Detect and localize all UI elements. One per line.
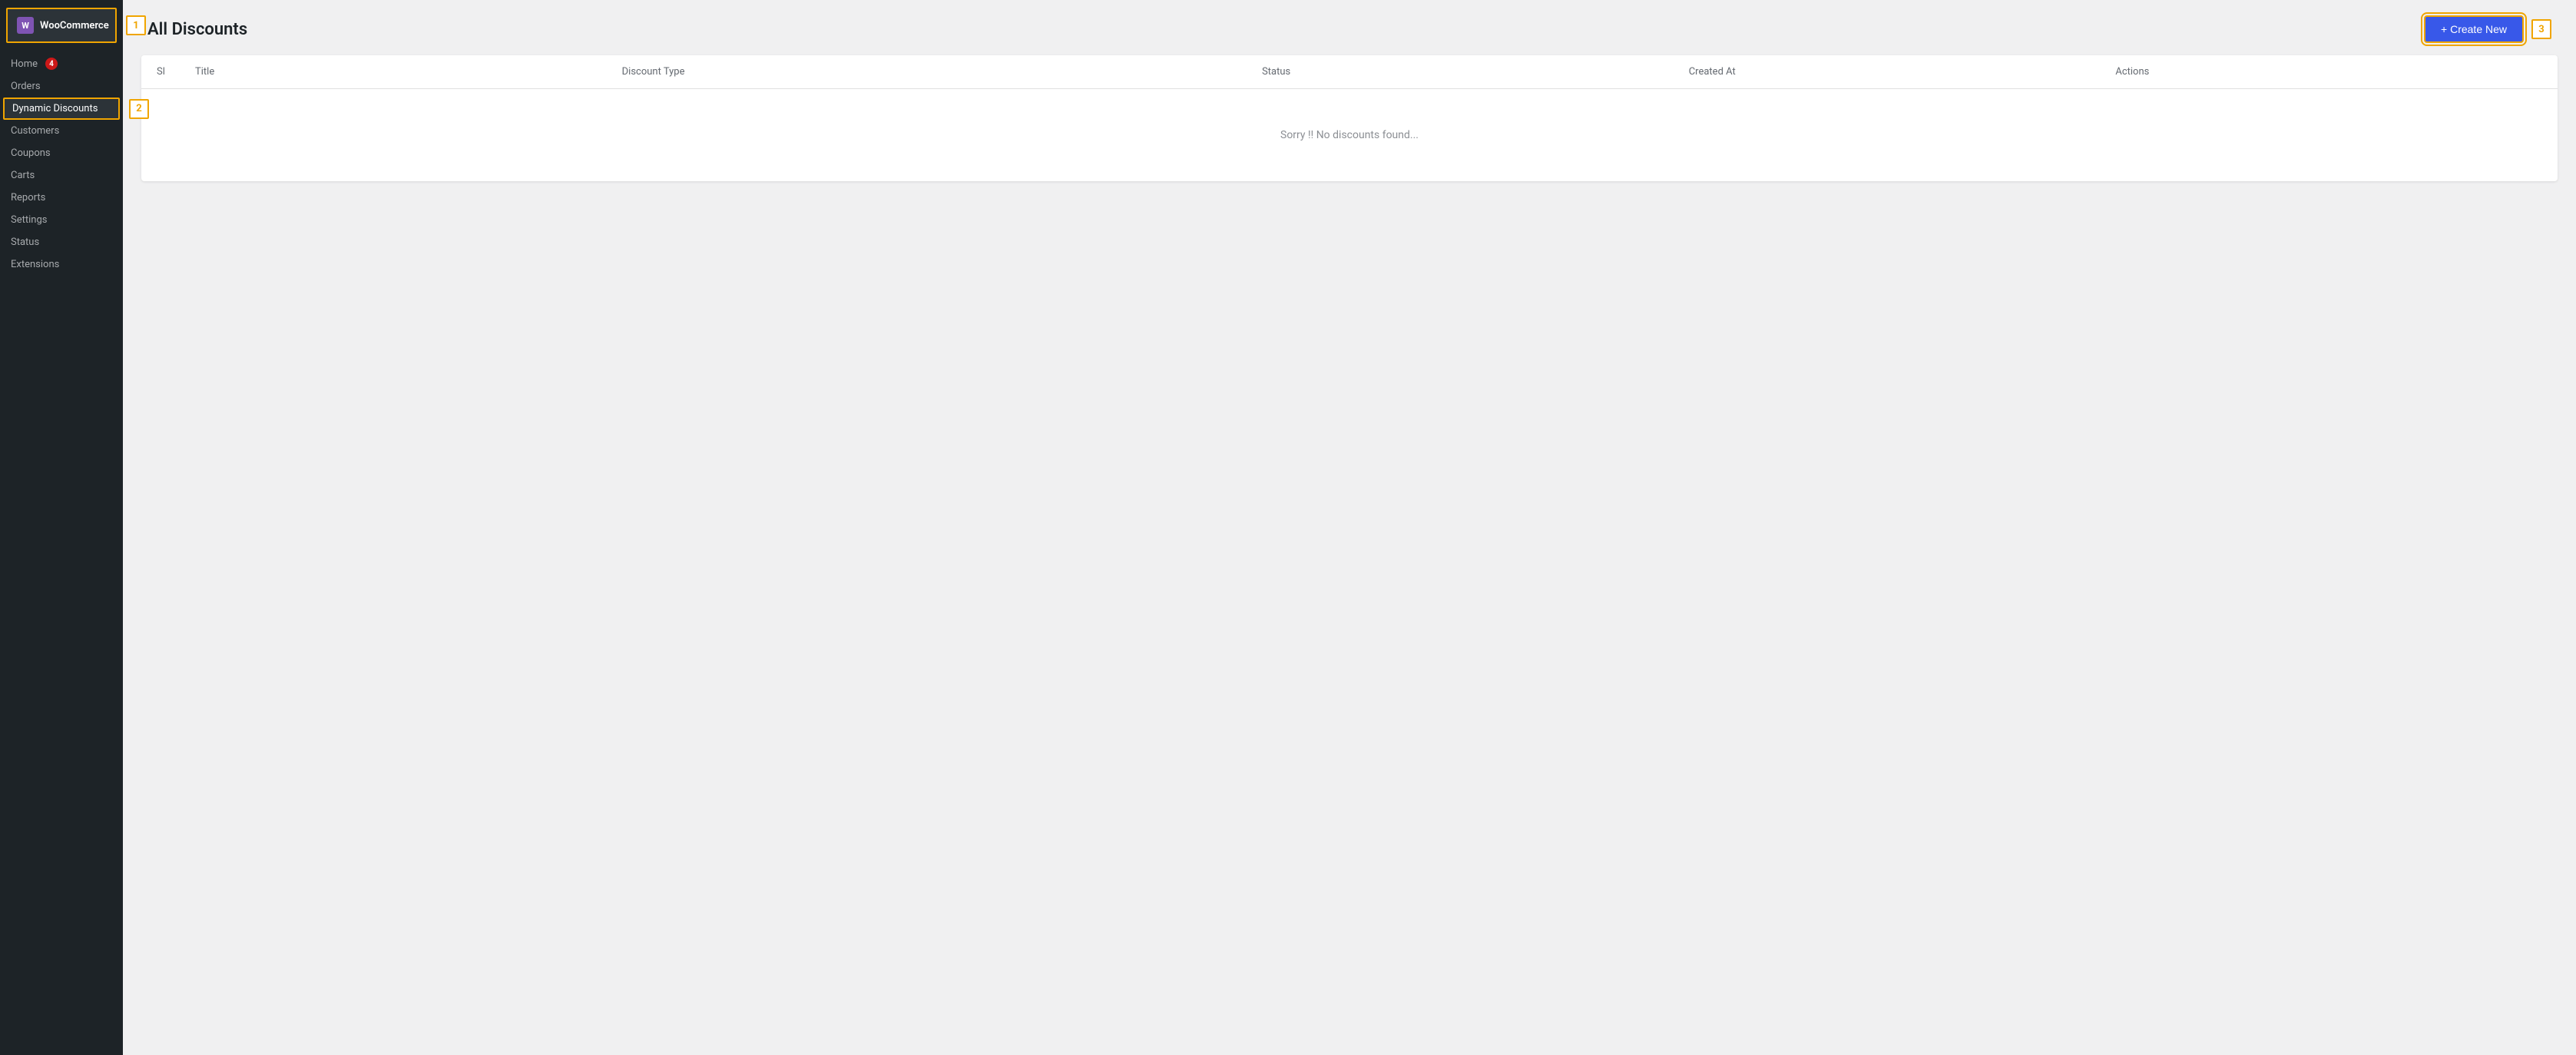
sidebar-item-dynamic-discounts[interactable]: Dynamic Discounts [3, 98, 120, 120]
table-header-row: Sl Title Discount Type Status Created At… [141, 55, 2558, 89]
annotation-2: 2 [129, 99, 149, 119]
empty-state-message: Sorry !! No discounts found... [1280, 129, 1419, 141]
woo-logo-icon: W [17, 17, 34, 34]
nav-item-label: Carts [11, 170, 35, 181]
sidebar: W WooCommerce 1 Home 4 Orders Dynamic Di… [0, 0, 123, 1055]
col-created-at: Created At [1689, 66, 2116, 78]
nav-item-label: Settings [11, 214, 47, 226]
sidebar-item-extensions[interactable]: Extensions [0, 253, 123, 276]
woocommerce-brand[interactable]: W WooCommerce [6, 8, 117, 43]
sidebar-item-orders[interactable]: Orders [0, 75, 123, 98]
brand-label: WooCommerce [40, 20, 109, 31]
sidebar-item-home[interactable]: Home 4 [0, 52, 123, 75]
sidebar-item-coupons[interactable]: Coupons [0, 142, 123, 164]
sidebar-item-carts[interactable]: Carts [0, 164, 123, 187]
table-body: Sorry !! No discounts found... [141, 89, 2558, 181]
annotation-3: 3 [2531, 19, 2551, 39]
annotation-1: 1 [126, 15, 146, 35]
col-discount-type: Discount Type [622, 66, 1262, 78]
nav-item-label: Status [11, 236, 39, 248]
nav-item-label: Customers [11, 125, 59, 137]
nav-item-label: Coupons [11, 147, 51, 159]
nav-item-label: Reports [11, 192, 45, 203]
nav-item-label: Dynamic Discounts [12, 103, 98, 114]
page-title: All Discounts [147, 20, 247, 39]
sidebar-item-reports[interactable]: Reports [0, 187, 123, 209]
col-title: Title [195, 66, 622, 78]
discounts-table: Sl Title Discount Type Status Created At… [141, 55, 2558, 181]
create-new-button[interactable]: + Create New [2424, 15, 2524, 43]
col-status: Status [1262, 66, 1689, 78]
col-sl: Sl [157, 66, 195, 78]
sidebar-item-settings[interactable]: Settings [0, 209, 123, 231]
nav-menu: Home 4 Orders Dynamic Discounts 2 Custom… [0, 52, 123, 276]
nav-item-label: Extensions [11, 259, 59, 270]
header-actions: + Create New 3 [2424, 15, 2551, 43]
sidebar-item-status[interactable]: Status [0, 231, 123, 253]
sidebar-item-customers[interactable]: Customers [0, 120, 123, 142]
main-content: All Discounts + Create New 3 Sl Title Di… [123, 0, 2576, 1055]
home-badge: 4 [45, 58, 58, 70]
col-actions: Actions [2115, 66, 2542, 78]
nav-item-label: Orders [11, 81, 41, 92]
page-header: All Discounts + Create New 3 [123, 0, 2576, 55]
nav-item-label: Home [11, 58, 38, 70]
